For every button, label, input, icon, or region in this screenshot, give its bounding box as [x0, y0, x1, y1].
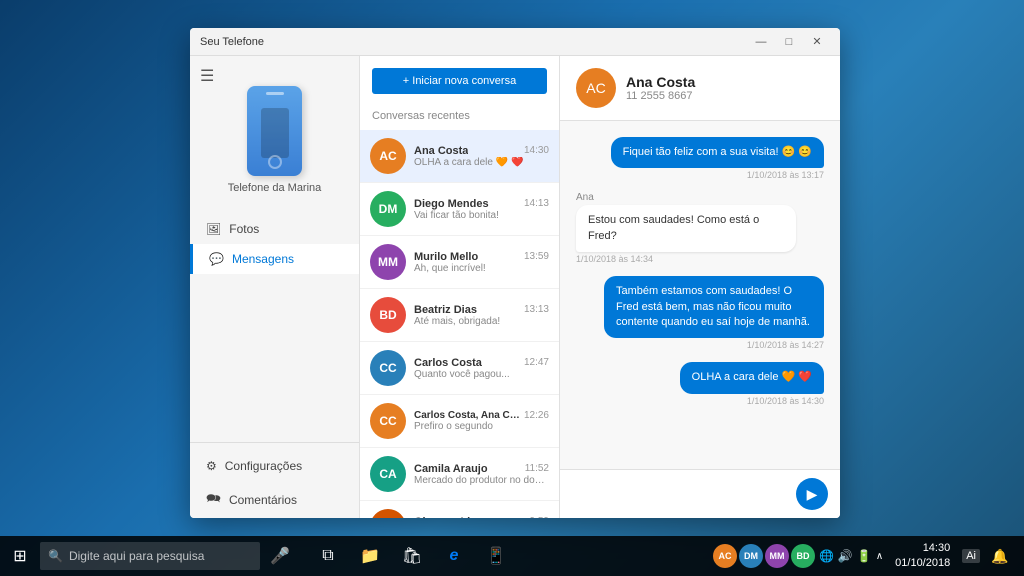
- start-icon: ⊞: [13, 546, 26, 566]
- message-row: OLHA a cara dele 🧡 ❤️ 1/10/2018 às 14:30: [576, 362, 824, 405]
- edge-icon[interactable]: e: [434, 536, 474, 576]
- battery-icon: 🔋: [857, 549, 872, 563]
- mensagens-icon: 💬: [209, 252, 224, 266]
- conversation-item[interactable]: CA Camila Araujo 11:52 Mercado do produt…: [360, 448, 559, 501]
- avatar: CC: [370, 403, 406, 439]
- notification-icon[interactable]: 🔔: [984, 536, 1016, 576]
- conversation-info: Murilo Mello 13:59 Ah, que incrível!: [414, 251, 549, 274]
- sidebar: ☰ Telefone da Marina 🖼 Fotos: [190, 56, 360, 518]
- message-bubble: OLHA a cara dele 🧡 ❤️: [680, 362, 824, 393]
- chat-panel: AC Ana Costa 11 2555 8667 Fiquei tão fel…: [560, 56, 840, 518]
- taskbar-avatars: AC DM MM BD: [713, 544, 815, 568]
- close-button[interactable]: ✕: [804, 33, 830, 51]
- conversation-list: AC Ana Costa 14:30 OLHA a cara dele 🧡 ❤️…: [360, 130, 559, 518]
- avatar: DM: [370, 191, 406, 227]
- search-label: Digite aqui para pesquisa: [69, 549, 204, 563]
- conversation-info: Carlos Costa 12:47 Quanto você pagou...: [414, 357, 549, 380]
- menu-icon[interactable]: ☰: [200, 66, 214, 86]
- message-row: Ana Estou com saudades! Como está o Fred…: [576, 192, 824, 264]
- file-explorer-icon[interactable]: 📁: [350, 536, 390, 576]
- conversation-info: Beatriz Dias 13:13 Até mais, obrigada!: [414, 304, 549, 327]
- taskbar-avatar: MM: [765, 544, 789, 568]
- new-conversation-button[interactable]: + Iniciar nova conversa: [372, 68, 547, 94]
- message-bubble: Estou com saudades! Como está o Fred?: [576, 205, 796, 252]
- conversation-item[interactable]: CC Carlos Costa, Ana Costa 12:26 Prefiro…: [360, 395, 559, 448]
- start-button[interactable]: ⊞: [0, 536, 40, 576]
- sidebar-item-mensagens[interactable]: 💬 Mensagens: [190, 244, 359, 274]
- conversation-info: Carlos Costa, Ana Costa 12:26 Prefiro o …: [414, 410, 549, 432]
- mic-icon[interactable]: 🎤: [260, 536, 300, 576]
- chat-avatar: AC: [576, 68, 616, 108]
- clock-date: 01/10/2018: [895, 556, 950, 571]
- sidebar-item-configuracoes[interactable]: ⚙ Configurações: [190, 451, 359, 481]
- conversation-info: Ana Costa 14:30 OLHA a cara dele 🧡 ❤️: [414, 145, 549, 168]
- sidebar-nav: 🖼 Fotos 💬 Mensagens: [190, 214, 359, 274]
- conversations-panel: + Iniciar nova conversa Conversas recent…: [360, 56, 560, 518]
- avatar: BD: [370, 297, 406, 333]
- conversation-item[interactable]: GL Giovana Lima 9:59 Você pode trazer um…: [360, 501, 559, 518]
- taskbar: ⊞ 🔍 Digite aqui para pesquisa 🎤 ⧉ 📁 🛍 e …: [0, 536, 1024, 576]
- message-bubble: Também estamos com saudades! O Fred está…: [604, 276, 824, 338]
- title-bar-controls: — □ ✕: [748, 33, 830, 51]
- chevron-up-icon[interactable]: ∧: [876, 551, 883, 562]
- taskbar-avatar: DM: [739, 544, 763, 568]
- ai-label: Ai: [962, 549, 980, 563]
- taskbar-avatar: BD: [791, 544, 815, 568]
- avatar: AC: [370, 138, 406, 174]
- conversation-item[interactable]: DM Diego Mendes 14:13 Vai ficar tão boni…: [360, 183, 559, 236]
- network-icon: 🌐: [819, 549, 834, 563]
- message-row: Também estamos com saudades! O Fred está…: [576, 276, 824, 350]
- sidebar-item-fotos[interactable]: 🖼 Fotos: [190, 214, 359, 244]
- conversations-title: Conversas recentes: [360, 106, 559, 130]
- clock-time: 14:30: [895, 541, 950, 556]
- taskbar-avatar: AC: [713, 544, 737, 568]
- phone-icon[interactable]: 📱: [476, 536, 516, 576]
- volume-icon: 🔊: [838, 549, 853, 563]
- search-icon: 🔍: [48, 549, 63, 563]
- sidebar-bottom: ⚙ Configurações 🗪 Comentários: [190, 442, 359, 518]
- avatar: MM: [370, 244, 406, 280]
- sidebar-item-comentarios[interactable]: 🗪 Comentários: [190, 481, 359, 518]
- phone-illustration: [247, 86, 302, 176]
- task-view-icon[interactable]: ⧉: [308, 536, 348, 576]
- avatar: GL: [370, 509, 406, 518]
- gear-icon: ⚙: [206, 459, 217, 473]
- app-body: ☰ Telefone da Marina 🖼 Fotos: [190, 56, 840, 518]
- taskbar-app-icons: ⧉ 📁 🛍 e 📱: [308, 536, 516, 576]
- taskbar-search[interactable]: 🔍 Digite aqui para pesquisa: [40, 542, 260, 570]
- send-icon: ▶: [807, 486, 818, 503]
- conversation-item[interactable]: MM Murilo Mello 13:59 Ah, que incrível!: [360, 236, 559, 289]
- avatar: CC: [370, 350, 406, 386]
- conversation-info: Camila Araujo 11:52 Mercado do produtor …: [414, 463, 549, 486]
- phone-name: Telefone da Marina: [228, 182, 322, 194]
- taskbar-right: AC DM MM BD 🌐 🔊 🔋 ∧ 14:30 01/10/2018 Ai …: [713, 536, 1024, 576]
- conversation-item[interactable]: AC Ana Costa 14:30 OLHA a cara dele 🧡 ❤️: [360, 130, 559, 183]
- comments-icon: 🗪: [206, 489, 221, 510]
- conversation-info: Diego Mendes 14:13 Vai ficar tão bonita!: [414, 198, 549, 221]
- chat-header-info: Ana Costa 11 2555 8667: [626, 74, 695, 102]
- maximize-button[interactable]: □: [776, 33, 802, 51]
- conversation-item[interactable]: BD Beatriz Dias 13:13 Até mais, obrigada…: [360, 289, 559, 342]
- window-title: Seu Telefone: [200, 36, 748, 48]
- chat-input[interactable]: [572, 487, 788, 501]
- chat-input-area: ▶: [560, 469, 840, 518]
- store-icon[interactable]: 🛍: [392, 536, 432, 576]
- minimize-button[interactable]: —: [748, 33, 774, 51]
- app-window: Seu Telefone — □ ✕ ☰: [190, 28, 840, 518]
- avatar: CA: [370, 456, 406, 492]
- taskbar-clock: 14:30 01/10/2018: [887, 541, 958, 572]
- conversation-info: Giovana Lima 9:59 Você pode trazer um 🌷 …: [414, 516, 549, 519]
- title-bar: Seu Telefone — □ ✕: [190, 28, 840, 56]
- fotos-icon: 🖼: [206, 222, 221, 236]
- message-row: Fiquei tão feliz com a sua visita! 😊 😊 1…: [576, 137, 824, 180]
- conversation-item[interactable]: CC Carlos Costa 12:47 Quanto você pagou.…: [360, 342, 559, 395]
- send-button[interactable]: ▶: [796, 478, 828, 510]
- message-bubble: Fiquei tão feliz com a sua visita! 😊 😊: [611, 137, 824, 168]
- desktop: Seu Telefone — □ ✕ ☰: [0, 0, 1024, 576]
- chat-messages: Fiquei tão feliz com a sua visita! 😊 😊 1…: [560, 121, 840, 469]
- chat-header: AC Ana Costa 11 2555 8667: [560, 56, 840, 121]
